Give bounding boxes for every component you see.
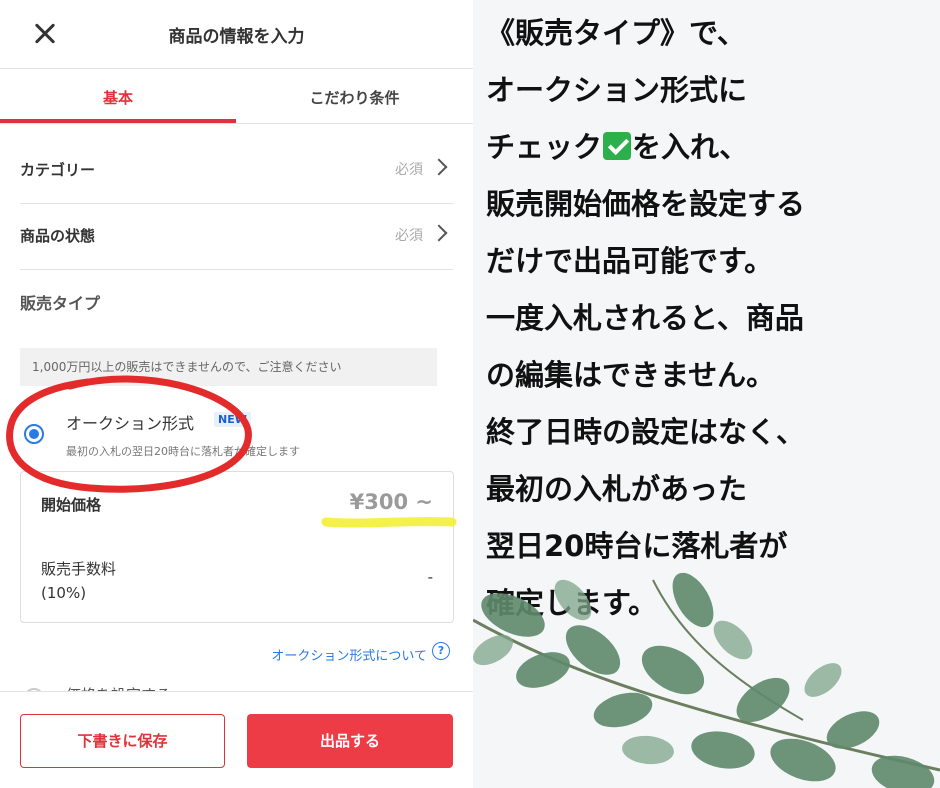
explanation-text: 《販売タイプ》で、 オークション形式に チェック を入れ、 販売開始価格を設定する… (486, 5, 936, 632)
eucalyptus-leaves-illustration (473, 572, 940, 788)
explanation-fragment: チェック (486, 130, 603, 164)
explanation-fragment: を入れ、 (632, 130, 749, 164)
explanation-line: チェック を入れ、 (486, 119, 936, 176)
phone-screen: 商品の情報を入力 基本 こだわり条件 カテゴリー 必須 商品の状態 必須 販売タ… (0, 0, 473, 788)
highlight-underline (321, 517, 457, 528)
check-mark-icon (603, 132, 632, 160)
explanation-line: 《販売タイプ》で、 (486, 16, 746, 50)
explanation-line: だけで出品可能です。 (486, 244, 774, 278)
explanation-line: 一度入札されると、商品 (486, 301, 804, 335)
explanation-line: 終了日時の設定はなく、 (486, 415, 806, 449)
explanation-line: 販売開始価格を設定する (486, 187, 806, 221)
annotation-circle (6, 375, 252, 493)
explanation-line: オークション形式に (486, 73, 748, 107)
explanation-line: の編集はできません。 (486, 358, 776, 392)
explanation-line: 最初の入札があった (486, 472, 748, 506)
annotation-overlay (6, 375, 457, 528)
